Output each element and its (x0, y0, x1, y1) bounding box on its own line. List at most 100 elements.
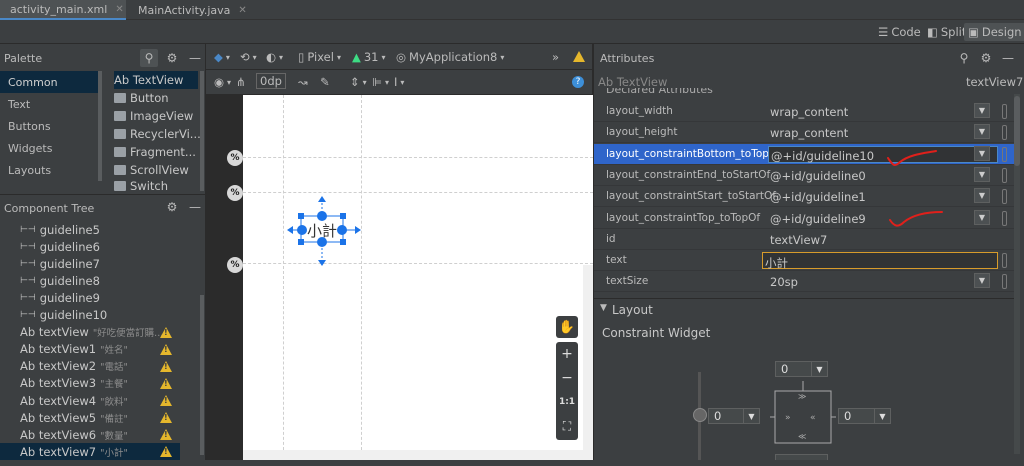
zoom-out-button[interactable]: − (556, 368, 578, 388)
resource-picker-button[interactable] (1002, 167, 1007, 183)
palette-scrollbar[interactable] (200, 71, 204, 191)
attribute-row-layout_height[interactable]: layout_height wrap_content ▼ (594, 122, 1014, 144)
tree-item[interactable]: Ab textView "好吃便當訂購... (0, 324, 180, 341)
minimize-icon[interactable]: — (186, 49, 204, 67)
warning-icon[interactable] (160, 377, 172, 389)
zoom-actual-size-button[interactable]: 1:1 (556, 392, 578, 412)
theme-selector[interactable]: ◎ MyApplication8 ▾ (396, 48, 504, 66)
palette-item-imageview[interactable]: ImageView (114, 107, 193, 125)
tree-item[interactable]: ⊢⊣ guideline10 (0, 307, 180, 324)
resource-picker-button[interactable] (1002, 125, 1007, 141)
orientation-button[interactable]: ⟲ ▾ (240, 48, 257, 66)
attribute-row-textSize[interactable]: textSize 20sp ▼ (594, 271, 1014, 293)
attribute-value-field[interactable]: 小計 (762, 252, 998, 270)
autoconnect-button[interactable]: ⋔ (236, 73, 246, 91)
warning-icon[interactable] (160, 326, 172, 338)
declared-attributes-header[interactable]: Declared Attributes (606, 88, 713, 96)
align-button[interactable]: ⊫ ▾ (372, 73, 389, 91)
palette-item-button[interactable]: Button (114, 89, 169, 107)
tree-item[interactable]: ⊢⊣ guideline8 (0, 272, 180, 289)
canvas-scrollbar[interactable] (583, 265, 593, 460)
attribute-row-text[interactable]: text 小計 (594, 250, 1014, 272)
attribute-value-field[interactable]: wrap_content (768, 103, 998, 120)
api-level-selector[interactable]: ▲ 31 ▾ (352, 48, 386, 66)
layout-section-header[interactable]: ▼ Layout (594, 298, 1014, 320)
tree-item[interactable]: ⊢⊣ guideline5 (0, 221, 180, 238)
resource-picker-button[interactable] (1002, 274, 1007, 290)
attributes-scrollbar[interactable] (1014, 96, 1020, 166)
tree-item[interactable]: Ab textView4 "飲料" (0, 392, 180, 409)
chevron-down-icon[interactable]: ▼ (974, 273, 990, 289)
close-icon[interactable]: ✕ (238, 5, 246, 16)
night-mode-button[interactable]: ◐ ▾ (266, 48, 283, 66)
design-surface-button[interactable]: ◆ ▾ (214, 48, 230, 66)
default-margin-button[interactable]: 0dp (256, 73, 286, 89)
pan-button[interactable]: ✋ (556, 316, 578, 338)
phone-screen-preview[interactable] (243, 95, 593, 460)
palette-item-fragment[interactable]: Fragment... (114, 143, 196, 161)
palette-category-widgets[interactable]: Widgets (0, 137, 100, 159)
warning-icon[interactable] (160, 395, 172, 406)
category-scrollbar[interactable] (98, 71, 102, 181)
search-icon[interactable]: ⚲ (140, 49, 158, 67)
resource-picker-button[interactable] (1002, 146, 1007, 162)
right-margin-select[interactable]: 0 ▼ (838, 408, 891, 424)
warning-icon[interactable] (160, 446, 172, 458)
chevron-down-icon[interactable]: ▼ (974, 145, 990, 161)
tree-item[interactable]: ⊢⊣ guideline9 (0, 289, 180, 306)
guideline-percent-toggle[interactable]: % (227, 185, 243, 201)
palette-item-recyclerview[interactable]: RecyclerVi... (114, 125, 201, 143)
tree-item[interactable]: Ab textView5 "備註" (0, 409, 180, 426)
vertical-guideline[interactable] (361, 95, 362, 460)
attribute-value-field[interactable]: wrap_content (768, 124, 998, 141)
tab-mainactivity-java[interactable]: MainActivity.java ✕ (128, 0, 248, 20)
tree-item[interactable]: Ab textView2 "電話" (0, 358, 180, 375)
palette-item-textview[interactable]: Ab TextView (114, 71, 198, 89)
canvas-hscrollbar[interactable] (243, 450, 583, 460)
tree-item[interactable]: Ab textView7 "小計" (0, 443, 180, 461)
tree-item[interactable]: Ab textView6 "數量" (0, 426, 180, 443)
search-icon[interactable]: ⚲ (955, 49, 973, 67)
attribute-row-layout_constraintStart_toStartOf[interactable]: layout_constraintStart_toStartOf @+id/gui… (594, 186, 1014, 208)
vertical-guideline[interactable] (283, 95, 284, 460)
resource-picker-button[interactable] (1002, 253, 1007, 269)
tree-item[interactable]: ⊢⊣ guideline6 (0, 238, 180, 255)
palette-category-layouts[interactable]: Layouts (0, 159, 100, 181)
pack-button[interactable]: ⇕ ▾ (350, 73, 367, 91)
chevron-down-icon[interactable]: ▼ (974, 209, 990, 225)
tree-item[interactable]: Ab textView1 "姓名" (0, 341, 180, 358)
warning-icon[interactable] (573, 51, 585, 62)
top-margin-select[interactable]: 0 ▼ (775, 361, 828, 377)
palette-category-buttons[interactable]: Buttons (0, 115, 100, 137)
chevron-down-icon[interactable]: ▼ (974, 103, 990, 118)
overflow-button[interactable]: » (552, 48, 559, 66)
attribute-value-field[interactable]: 20sp (768, 273, 998, 290)
help-icon[interactable]: ? (572, 76, 584, 88)
chevron-down-icon[interactable]: ▼ (974, 166, 990, 182)
palette-item-switch[interactable]: Switch (114, 179, 168, 193)
zoom-in-button[interactable]: + (556, 344, 578, 364)
resource-picker-button[interactable] (1002, 104, 1007, 119)
close-icon[interactable]: ✕ (115, 4, 123, 15)
minimize-icon[interactable]: — (999, 49, 1017, 67)
horizontal-guideline[interactable] (243, 157, 593, 158)
left-margin-select[interactable]: 0 ▼ (708, 408, 760, 424)
attribute-row-layout_constraintEnd_toStartOf[interactable]: layout_constraintEnd_toStartOf @+id/guide… (594, 165, 1014, 186)
warning-icon[interactable] (160, 412, 172, 424)
warning-icon[interactable] (160, 360, 172, 372)
tree-item[interactable]: Ab textView3 "主餐" (0, 375, 180, 392)
chevron-down-icon[interactable]: ▼ (974, 124, 990, 140)
attribute-row-layout_constraintTop_toTopOf[interactable]: layout_constraintTop_toTopOf @+id/guideli… (594, 208, 1014, 229)
tree-item[interactable]: ⊢⊣ guideline7 (0, 255, 180, 272)
clear-constraints-button[interactable]: ↝ (298, 73, 308, 91)
guideline-percent-toggle[interactable]: % (227, 150, 243, 166)
warning-icon[interactable] (160, 429, 172, 441)
palette-category-text[interactable]: Text (0, 93, 100, 115)
tree-scrollbar[interactable] (200, 295, 204, 455)
palette-item-scrollview[interactable]: ScrollView (114, 161, 189, 179)
bias-slider-handle[interactable] (693, 408, 707, 422)
resource-picker-button[interactable] (1002, 210, 1007, 226)
gear-icon[interactable]: ⚙ (163, 198, 181, 216)
tab-activity-main-xml[interactable]: activity_main.xml ✕ (0, 0, 126, 20)
code-mode-button[interactable]: ☰ Code (874, 23, 925, 41)
